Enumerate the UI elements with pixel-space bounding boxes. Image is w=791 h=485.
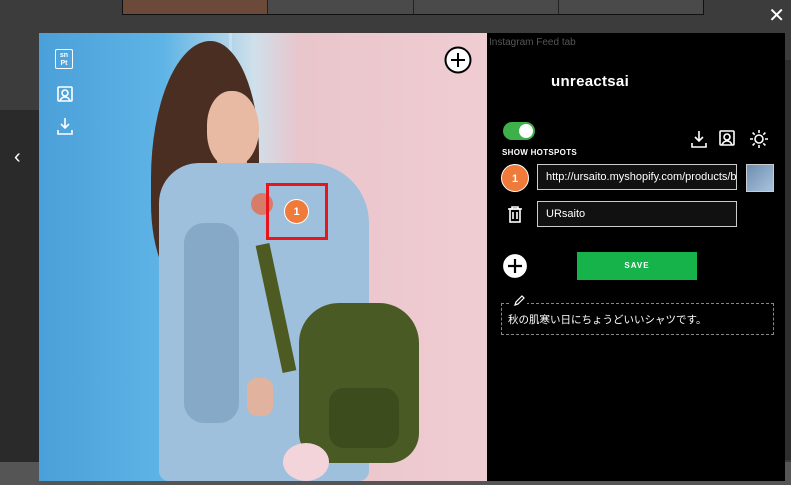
chevron-left-icon[interactable]: ‹ [14, 146, 21, 169]
hotspot-number-badge: 1 [501, 164, 529, 192]
product-url-field[interactable]: http://ursaito.myshopify.com/products/bl… [537, 164, 737, 190]
download-icon[interactable] [689, 129, 709, 149]
background-tabs [122, 0, 704, 15]
background-tab [268, 0, 414, 14]
pencil-icon [511, 294, 527, 306]
close-icon[interactable]: ✕ [768, 6, 785, 26]
show-hotspots-toggle[interactable] [503, 122, 535, 140]
background-tab [123, 0, 269, 14]
caption-field[interactable]: 秋の肌寒い日にちょうどいいシャツです。 [501, 303, 774, 335]
account-icon[interactable] [55, 85, 75, 105]
background-partial-text: Instagram Feed tab [489, 37, 576, 48]
show-hotspots-label: SHOW HOTSPOTS [502, 148, 578, 157]
brightness-icon[interactable] [749, 129, 769, 149]
background-tab [413, 0, 559, 14]
hotspot-highlight[interactable]: 1 [266, 183, 328, 240]
product-thumbnail[interactable] [746, 164, 774, 192]
username: unreactsai [551, 73, 630, 90]
add-hotspot-icon[interactable] [500, 251, 530, 281]
snpt-logo-icon[interactable]: sn Pt [55, 49, 73, 69]
post-photo: sn Pt 1 [39, 33, 487, 481]
hotspot-panel: Instagram Feed tab unreactsai SHOW HOTSP… [487, 33, 785, 481]
post-modal: sn Pt 1 Instagram Feed tab unreactsai SH… [39, 33, 785, 481]
add-circle-icon[interactable] [444, 46, 472, 74]
save-button[interactable]: SAVE [577, 252, 697, 280]
hotspot-marker[interactable]: 1 [284, 199, 309, 224]
background-tab [558, 0, 703, 14]
account-icon[interactable] [717, 129, 737, 149]
hotspot-label-field[interactable]: URsaito [537, 201, 737, 227]
trash-icon[interactable] [507, 205, 523, 223]
download-icon[interactable] [55, 116, 75, 136]
